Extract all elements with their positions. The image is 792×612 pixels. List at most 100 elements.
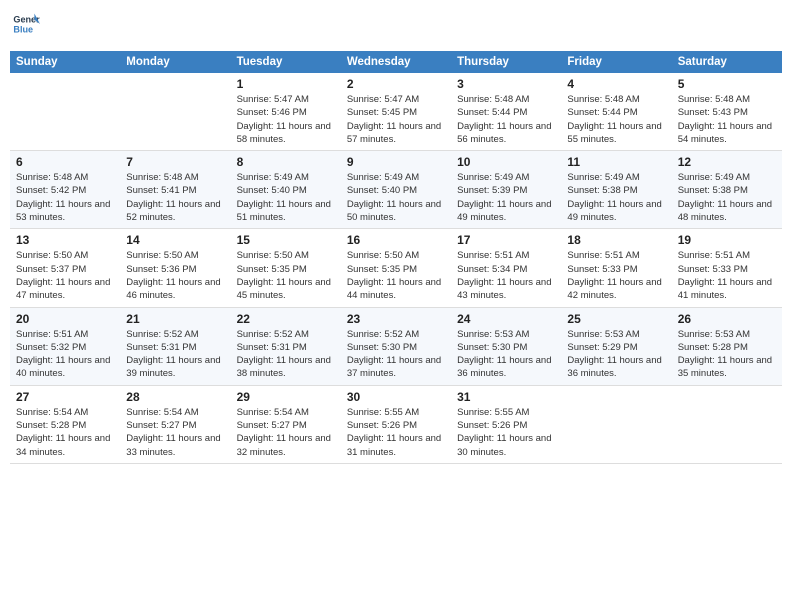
day-cell: 25 Sunrise: 5:53 AMSunset: 5:29 PMDayligh… bbox=[561, 307, 671, 385]
day-cell: 23Sunrise: 5:52 AMSunset: 5:30 PMDayligh… bbox=[341, 307, 451, 385]
col-header-monday: Monday bbox=[120, 51, 230, 73]
day-number: 21 bbox=[126, 312, 224, 326]
day-info: Sunrise: 5:49 AMSunset: 5:38 PMDaylight:… bbox=[567, 171, 665, 224]
day-cell bbox=[10, 73, 120, 151]
day-cell: 12 Sunrise: 5:49 AMSunset: 5:38 PMDayligh… bbox=[672, 151, 782, 229]
day-info: Sunrise: 5:49 AMSunset: 5:39 PMDaylight:… bbox=[457, 171, 555, 224]
day-info: Sunrise: 5:47 AMSunset: 5:45 PMDaylight:… bbox=[347, 93, 445, 146]
day-number: 4 bbox=[567, 77, 665, 91]
day-info: Sunrise: 5:50 AMSunset: 5:36 PMDaylight:… bbox=[126, 249, 224, 302]
day-cell: 16Sunrise: 5:50 AMSunset: 5:35 PMDayligh… bbox=[341, 229, 451, 307]
col-header-friday: Friday bbox=[561, 51, 671, 73]
day-info: Sunrise: 5:49 AMSunset: 5:40 PMDaylight:… bbox=[347, 171, 445, 224]
day-number: 1 bbox=[237, 77, 335, 91]
day-number: 12 bbox=[678, 155, 776, 169]
day-cell bbox=[561, 385, 671, 463]
day-number: 17 bbox=[457, 233, 555, 247]
day-cell bbox=[120, 73, 230, 151]
day-number: 6 bbox=[16, 155, 114, 169]
day-info: Sunrise: 5:51 AMSunset: 5:33 PMDaylight:… bbox=[678, 249, 776, 302]
day-info: Sunrise: 5:48 AMSunset: 5:43 PMDaylight:… bbox=[678, 93, 776, 146]
day-number: 30 bbox=[347, 390, 445, 404]
week-row-5: 27Sunrise: 5:54 AMSunset: 5:28 PMDayligh… bbox=[10, 385, 782, 463]
day-number: 25 bbox=[567, 312, 665, 326]
day-info: Sunrise: 5:53 AMSunset: 5:29 PMDaylight:… bbox=[567, 328, 665, 381]
day-info: Sunrise: 5:48 AMSunset: 5:42 PMDaylight:… bbox=[16, 171, 114, 224]
day-cell: 6 Sunrise: 5:48 AMSunset: 5:42 PMDaylight… bbox=[10, 151, 120, 229]
day-info: Sunrise: 5:55 AMSunset: 5:26 PMDaylight:… bbox=[347, 406, 445, 459]
day-cell: 27Sunrise: 5:54 AMSunset: 5:28 PMDayligh… bbox=[10, 385, 120, 463]
day-cell: 31 Sunrise: 5:55 AMSunset: 5:26 PMDayligh… bbox=[451, 385, 561, 463]
day-number: 8 bbox=[237, 155, 335, 169]
logo-icon: General Blue bbox=[12, 10, 40, 38]
day-number: 2 bbox=[347, 77, 445, 91]
calendar-table: SundayMondayTuesdayWednesdayThursdayFrid… bbox=[10, 51, 782, 464]
day-info: Sunrise: 5:47 AMSunset: 5:46 PMDaylight:… bbox=[237, 93, 335, 146]
col-header-tuesday: Tuesday bbox=[231, 51, 341, 73]
day-cell: 17 Sunrise: 5:51 AMSunset: 5:34 PMDayligh… bbox=[451, 229, 561, 307]
day-cell: 19 Sunrise: 5:51 AMSunset: 5:33 PMDayligh… bbox=[672, 229, 782, 307]
week-row-1: 1 Sunrise: 5:47 AMSunset: 5:46 PMDaylight… bbox=[10, 73, 782, 151]
day-cell: 20 Sunrise: 5:51 AMSunset: 5:32 PMDayligh… bbox=[10, 307, 120, 385]
day-info: Sunrise: 5:50 AMSunset: 5:35 PMDaylight:… bbox=[347, 249, 445, 302]
day-info: Sunrise: 5:48 AMSunset: 5:41 PMDaylight:… bbox=[126, 171, 224, 224]
day-cell: 5 Sunrise: 5:48 AMSunset: 5:43 PMDaylight… bbox=[672, 73, 782, 151]
day-number: 10 bbox=[457, 155, 555, 169]
day-cell: 9 Sunrise: 5:49 AMSunset: 5:40 PMDaylight… bbox=[341, 151, 451, 229]
day-cell: 30 Sunrise: 5:55 AMSunset: 5:26 PMDayligh… bbox=[341, 385, 451, 463]
logo: General Blue bbox=[10, 10, 40, 43]
day-number: 28 bbox=[126, 390, 224, 404]
day-cell: 1 Sunrise: 5:47 AMSunset: 5:46 PMDaylight… bbox=[231, 73, 341, 151]
day-number: 29 bbox=[237, 390, 335, 404]
day-cell: 2 Sunrise: 5:47 AMSunset: 5:45 PMDaylight… bbox=[341, 73, 451, 151]
day-number: 20 bbox=[16, 312, 114, 326]
col-header-saturday: Saturday bbox=[672, 51, 782, 73]
day-cell: 22 Sunrise: 5:52 AMSunset: 5:31 PMDayligh… bbox=[231, 307, 341, 385]
day-cell: 14 Sunrise: 5:50 AMSunset: 5:36 PMDayligh… bbox=[120, 229, 230, 307]
day-cell: 21 Sunrise: 5:52 AMSunset: 5:31 PMDayligh… bbox=[120, 307, 230, 385]
col-header-wednesday: Wednesday bbox=[341, 51, 451, 73]
day-cell: 24Sunrise: 5:53 AMSunset: 5:30 PMDayligh… bbox=[451, 307, 561, 385]
col-header-sunday: Sunday bbox=[10, 51, 120, 73]
week-row-2: 6 Sunrise: 5:48 AMSunset: 5:42 PMDaylight… bbox=[10, 151, 782, 229]
day-info: Sunrise: 5:48 AMSunset: 5:44 PMDaylight:… bbox=[457, 93, 555, 146]
day-cell: 29 Sunrise: 5:54 AMSunset: 5:27 PMDayligh… bbox=[231, 385, 341, 463]
day-cell: 8Sunrise: 5:49 AMSunset: 5:40 PMDaylight… bbox=[231, 151, 341, 229]
week-row-4: 20 Sunrise: 5:51 AMSunset: 5:32 PMDayligh… bbox=[10, 307, 782, 385]
svg-text:Blue: Blue bbox=[13, 24, 33, 34]
day-number: 14 bbox=[126, 233, 224, 247]
day-number: 24 bbox=[457, 312, 555, 326]
day-cell: 10 Sunrise: 5:49 AMSunset: 5:39 PMDayligh… bbox=[451, 151, 561, 229]
day-info: Sunrise: 5:52 AMSunset: 5:31 PMDaylight:… bbox=[237, 328, 335, 381]
day-number: 13 bbox=[16, 233, 114, 247]
day-number: 18 bbox=[567, 233, 665, 247]
day-info: Sunrise: 5:51 AMSunset: 5:32 PMDaylight:… bbox=[16, 328, 114, 381]
header-row: SundayMondayTuesdayWednesdayThursdayFrid… bbox=[10, 51, 782, 73]
day-number: 5 bbox=[678, 77, 776, 91]
day-number: 26 bbox=[678, 312, 776, 326]
day-number: 15 bbox=[237, 233, 335, 247]
page-header: General Blue bbox=[10, 10, 782, 43]
day-number: 7 bbox=[126, 155, 224, 169]
day-info: Sunrise: 5:51 AMSunset: 5:33 PMDaylight:… bbox=[567, 249, 665, 302]
day-cell: 18 Sunrise: 5:51 AMSunset: 5:33 PMDayligh… bbox=[561, 229, 671, 307]
day-cell: 7 Sunrise: 5:48 AMSunset: 5:41 PMDaylight… bbox=[120, 151, 230, 229]
day-info: Sunrise: 5:51 AMSunset: 5:34 PMDaylight:… bbox=[457, 249, 555, 302]
day-cell: 13Sunrise: 5:50 AMSunset: 5:37 PMDayligh… bbox=[10, 229, 120, 307]
day-number: 22 bbox=[237, 312, 335, 326]
day-cell: 3 Sunrise: 5:48 AMSunset: 5:44 PMDaylight… bbox=[451, 73, 561, 151]
day-info: Sunrise: 5:53 AMSunset: 5:28 PMDaylight:… bbox=[678, 328, 776, 381]
day-info: Sunrise: 5:54 AMSunset: 5:27 PMDaylight:… bbox=[126, 406, 224, 459]
day-number: 19 bbox=[678, 233, 776, 247]
day-cell: 11Sunrise: 5:49 AMSunset: 5:38 PMDayligh… bbox=[561, 151, 671, 229]
day-info: Sunrise: 5:52 AMSunset: 5:31 PMDaylight:… bbox=[126, 328, 224, 381]
day-info: Sunrise: 5:54 AMSunset: 5:28 PMDaylight:… bbox=[16, 406, 114, 459]
day-info: Sunrise: 5:49 AMSunset: 5:38 PMDaylight:… bbox=[678, 171, 776, 224]
day-number: 23 bbox=[347, 312, 445, 326]
day-info: Sunrise: 5:55 AMSunset: 5:26 PMDaylight:… bbox=[457, 406, 555, 459]
day-number: 3 bbox=[457, 77, 555, 91]
day-number: 31 bbox=[457, 390, 555, 404]
day-cell bbox=[672, 385, 782, 463]
day-info: Sunrise: 5:54 AMSunset: 5:27 PMDaylight:… bbox=[237, 406, 335, 459]
day-number: 9 bbox=[347, 155, 445, 169]
